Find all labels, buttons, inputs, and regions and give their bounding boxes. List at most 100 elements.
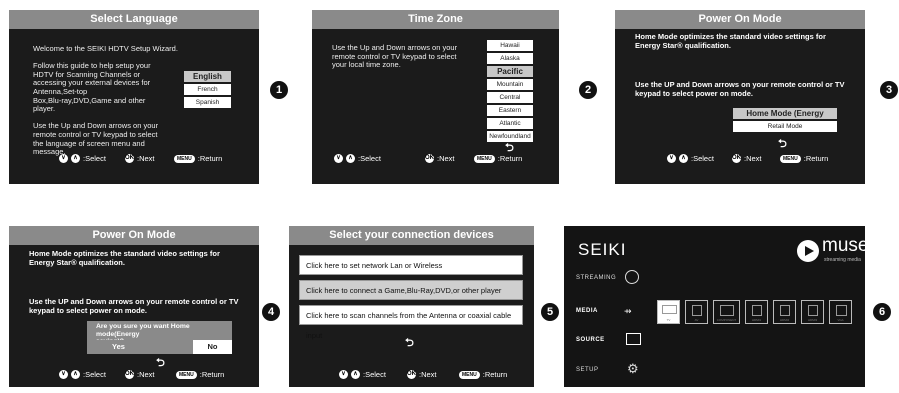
- tz-option-mountain[interactable]: Mountain: [487, 79, 533, 90]
- scan-channels-option[interactable]: Click here to scan channels from the Ant…: [299, 305, 523, 340]
- hdmi-icon: [780, 305, 790, 316]
- power-option-retail-mode[interactable]: Retail Mode: [733, 121, 837, 132]
- ok-button-icon: OK: [425, 154, 434, 163]
- nav-return-label: :Return: [497, 154, 523, 163]
- nav-return-label: :Return: [199, 370, 225, 379]
- tz-option-eastern[interactable]: Eastern: [487, 105, 533, 116]
- up-arrow-icon: ∧: [346, 154, 355, 163]
- source-tile-hdmi1[interactable]: HDMI1: [745, 300, 768, 324]
- menu-button-icon: MENU: [459, 370, 480, 379]
- connect-player-option[interactable]: Click here to connect a Game,Blu-Ray,DVD…: [299, 280, 523, 300]
- language-option-spanish[interactable]: Spanish: [184, 97, 231, 108]
- ok-button-icon: OK: [125, 154, 134, 163]
- ok-button-icon: OK: [407, 370, 416, 379]
- screen-title: Power On Mode: [9, 226, 259, 245]
- source-tile-av[interactable]: AV: [685, 300, 708, 324]
- down-arrow-icon: ∨: [339, 370, 348, 379]
- setup-gear-icon[interactable]: ⚙: [627, 362, 639, 375]
- screen-power-on-mode: Power On Mode Home Mode optimizes the st…: [615, 10, 865, 184]
- source-label: COMPONENT: [716, 318, 737, 322]
- screen-title: Power On Mode: [615, 10, 865, 29]
- menu-setup[interactable]: SETUP: [576, 367, 599, 373]
- step-badge-2: 2: [579, 81, 597, 99]
- up-arrow-icon: ∧: [71, 154, 80, 163]
- screen-connection-devices: Select your connection devices Click her…: [289, 226, 534, 387]
- language-option-french[interactable]: French: [184, 84, 231, 95]
- confirm-yes-button[interactable]: Yes: [87, 340, 150, 354]
- back-icon[interactable]: ⮌: [778, 135, 787, 154]
- nav-select-label: :Select: [83, 370, 106, 379]
- ok-button-icon: OK: [125, 370, 134, 379]
- source-tile-component[interactable]: COMPONENT: [713, 300, 740, 324]
- up-arrow-icon: ∧: [679, 154, 688, 163]
- menu-button-icon: MENU: [780, 154, 801, 163]
- av-icon: [692, 305, 702, 316]
- source-label: HDMI2: [779, 318, 790, 322]
- muse-logo-subtitle: streaming media: [824, 257, 861, 263]
- source-label: HDMI3: [807, 318, 818, 322]
- down-arrow-icon: ∨: [667, 154, 676, 163]
- power-mode-instructions: Use the UP and Down arrows on your remot…: [29, 297, 239, 315]
- source-tile-hdmi2[interactable]: HDMI2: [773, 300, 796, 324]
- power-mode-instructions: Use the UP and Down arrows on your remot…: [635, 80, 845, 98]
- nav-next-label: :Next: [437, 154, 455, 163]
- power-option-home-mode[interactable]: Home Mode (Energy Saving): [733, 108, 837, 129]
- screen-title: Time Zone: [312, 10, 559, 29]
- confirm-dialog: Are you sure you want Home mode(Energy s…: [87, 321, 232, 354]
- streaming-icon[interactable]: [625, 270, 639, 284]
- muse-logo-text: muse: [822, 235, 865, 256]
- tz-option-central[interactable]: Central: [487, 92, 533, 103]
- nav-select-label: :Select: [358, 154, 381, 163]
- tv-icon: [662, 305, 677, 314]
- connect-network-option[interactable]: Click here to set network Lan or Wireles…: [299, 255, 523, 275]
- vga-icon: [836, 305, 847, 316]
- source-tile-vga[interactable]: VGA: [829, 300, 852, 324]
- source-label: AV: [694, 318, 699, 322]
- language-list: English French Spanish: [184, 71, 231, 108]
- language-option-english[interactable]: English: [184, 71, 231, 82]
- menu-media[interactable]: MEDIA: [576, 308, 598, 314]
- nav-hints: ∨ ∧:Select OK:Next MENU:Return: [312, 154, 559, 165]
- nav-hints: ∨ ∧:Select OK:Next MENU:Return: [289, 370, 534, 381]
- source-tile-tv[interactable]: TV: [657, 300, 680, 324]
- menu-button-icon: MENU: [474, 154, 495, 163]
- down-arrow-icon: ∨: [59, 370, 68, 379]
- nav-next-label: :Next: [419, 370, 437, 379]
- nav-select-label: :Select: [363, 370, 386, 379]
- menu-streaming[interactable]: STREAMING: [576, 275, 616, 281]
- tz-option-alaska[interactable]: Alaska: [487, 53, 533, 64]
- wizard-intro-text: Welcome to the SEIKI HDTV Setup Wizard. …: [33, 44, 178, 157]
- time-zone-instructions: Use the Up and Down arrows on your remot…: [332, 43, 458, 70]
- nav-next-label: :Next: [137, 154, 155, 163]
- nav-hints: ∨ ∧:Select OK:Next MENU:Return: [9, 370, 259, 381]
- menu-source[interactable]: SOURCE: [576, 337, 605, 343]
- screen-title: Select Language: [9, 10, 259, 29]
- step-badge-3: 3: [880, 81, 898, 99]
- down-arrow-icon: ∨: [59, 154, 68, 163]
- usb-icon[interactable]: ⇸: [624, 306, 632, 317]
- tz-option-hawaii[interactable]: Hawaii: [487, 40, 533, 51]
- muse-play-icon: [805, 246, 814, 256]
- hdmi-icon: [752, 305, 762, 316]
- component-icon: [720, 305, 734, 316]
- tz-option-atlantic[interactable]: Atlantic: [487, 118, 533, 129]
- screen-select-language: Select Language Welcome to the SEIKI HDT…: [9, 10, 259, 184]
- step-badge-5: 5: [541, 303, 559, 321]
- nav-return-label: :Return: [803, 154, 829, 163]
- confirm-no-button[interactable]: No: [193, 340, 232, 354]
- screen-power-on-confirm: Power On Mode Home Mode optimizes the st…: [9, 226, 259, 387]
- nav-return-label: :Return: [197, 154, 223, 163]
- source-label: TV: [666, 318, 671, 322]
- tz-option-pacific[interactable]: Pacific: [487, 66, 533, 77]
- home-mode-description: Home Mode optimizes the standard video s…: [635, 32, 826, 50]
- hdmi-icon: [808, 305, 818, 316]
- source-input-icon[interactable]: [626, 333, 641, 345]
- nav-next-label: :Next: [744, 154, 762, 163]
- down-arrow-icon: ∨: [334, 154, 343, 163]
- ok-button-icon: OK: [732, 154, 741, 163]
- source-tile-hdmi3[interactable]: HDMI3: [801, 300, 824, 324]
- up-arrow-icon: ∧: [71, 370, 80, 379]
- screen-title: Select your connection devices: [289, 226, 534, 245]
- nav-hints: ∨ ∧:Select OK:Next MENU:Return: [615, 154, 865, 165]
- back-icon[interactable]: ⮌: [405, 334, 414, 353]
